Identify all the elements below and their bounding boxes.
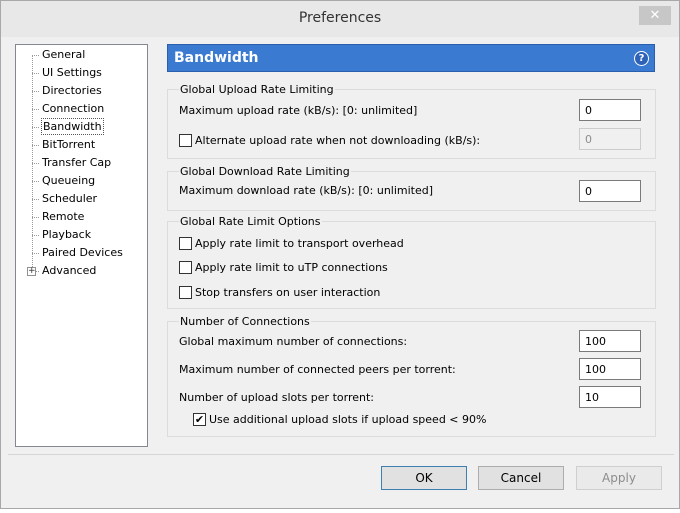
tree-connector [32,127,39,128]
tree-item-general[interactable]: General [41,46,86,63]
tree-connector [32,217,39,218]
max-peers-input[interactable] [579,358,641,380]
tree-item-ui-settings[interactable]: UI Settings [41,64,103,81]
category-tree: General UI Settings Directories Connecti… [15,44,148,447]
max-upload-label: Maximum upload rate (kB/s): [0: unlimite… [179,104,418,117]
tree-item-bandwidth[interactable]: Bandwidth [41,118,104,135]
tree-item-playback[interactable]: Playback [41,226,92,243]
tree-connector [32,235,39,236]
ok-button[interactable]: OK [381,466,467,490]
transport-overhead-checkbox[interactable] [179,237,192,250]
tree-connector [32,181,39,182]
tree-connector [32,109,39,110]
alt-upload-label: Alternate upload rate when not downloadi… [195,134,481,147]
download-group-title: Global Download Rate Limiting [179,165,351,178]
max-download-label: Maximum download rate (kB/s): [0: unlimi… [179,184,434,197]
extra-slots-checkbox[interactable]: ✔ [193,413,206,426]
tree-item-transfer-cap[interactable]: Transfer Cap [41,154,112,171]
apply-button[interactable]: Apply [576,466,662,490]
tree-item-paired-devices[interactable]: Paired Devices [41,244,124,261]
extra-slots-label: Use additional upload slots if upload sp… [209,413,487,426]
tree-connector [32,199,39,200]
global-max-connections-label: Global maximum number of connections: [179,335,408,348]
tree-item-remote[interactable]: Remote [41,208,85,225]
expand-icon[interactable]: + [27,267,36,276]
global-max-connections-input[interactable] [579,330,641,352]
tree-item-queueing[interactable]: Queueing [41,172,96,189]
button-separator [8,454,674,455]
tree-connector [32,55,39,56]
tree-item-advanced[interactable]: Advanced [41,262,97,279]
preferences-window: Preferences ✕ General UI Settings Direct… [0,0,680,509]
tree-connector [32,163,39,164]
upload-group-title: Global Upload Rate Limiting [179,83,335,96]
alt-upload-input[interactable] [579,128,641,150]
upload-slots-label: Number of upload slots per torrent: [179,391,374,404]
section-title: Bandwidth [174,50,259,66]
tree-connector [36,271,39,272]
tree-connector [32,73,39,74]
tree-item-scheduler[interactable]: Scheduler [41,190,98,207]
upload-slots-input[interactable] [579,386,641,408]
stop-transfers-checkbox[interactable] [179,286,192,299]
section-header: Bandwidth ? [167,44,655,72]
tree-connector [32,145,39,146]
tree-connector [32,91,39,92]
alt-upload-checkbox[interactable] [179,134,192,147]
max-peers-label: Maximum number of connected peers per to… [179,363,456,376]
utp-label: Apply rate limit to uTP connections [195,261,388,274]
title-bar: Preferences ✕ [1,1,679,37]
utp-checkbox[interactable] [179,261,192,274]
max-upload-input[interactable] [579,99,641,121]
connections-group-title: Number of Connections [179,315,311,328]
close-button[interactable]: ✕ [639,6,671,25]
window-title: Preferences [298,10,382,26]
tree-item-directories[interactable]: Directories [41,82,103,99]
tree-connector [32,253,39,254]
stop-transfers-label: Stop transfers on user interaction [195,286,381,299]
help-icon[interactable]: ? [634,51,649,66]
rate-limit-options-title: Global Rate Limit Options [179,215,322,228]
tree-item-bittorrent[interactable]: BitTorrent [41,136,96,153]
tree-item-connection[interactable]: Connection [41,100,105,117]
transport-overhead-label: Apply rate limit to transport overhead [195,237,404,250]
max-download-input[interactable] [579,180,641,202]
cancel-button[interactable]: Cancel [478,466,564,490]
